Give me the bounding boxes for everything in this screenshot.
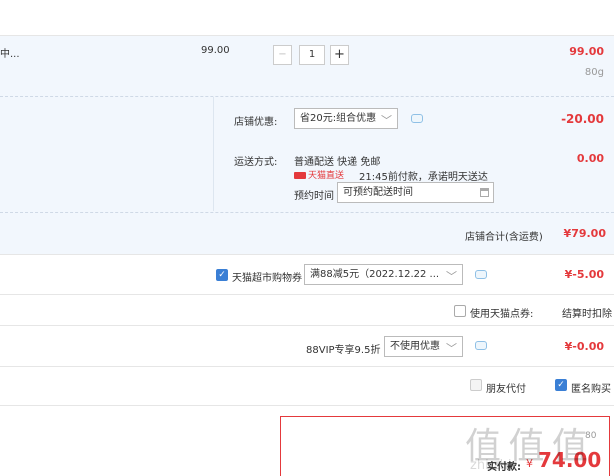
qty-minus-button[interactable]: −	[273, 45, 292, 65]
appoint-time-select[interactable]: 可预约配送时间	[337, 182, 494, 203]
shipping-method: 普通配送 快递 免邮	[294, 157, 381, 168]
message-icon[interactable]	[475, 341, 487, 350]
friend-pay-checkbox[interactable]	[470, 379, 482, 391]
appoint-time-value: 可预约配送时间	[343, 187, 413, 198]
divider	[0, 35, 614, 36]
vip-label: 88VIP专享9.5折	[306, 345, 381, 356]
tmall-logo-icon	[294, 172, 306, 179]
message-icon[interactable]	[475, 270, 487, 279]
divider	[0, 212, 614, 213]
vip-amount: ¥-0.00	[564, 340, 604, 353]
shipping-amount: 0.00	[576, 152, 604, 165]
chevron-down-icon: ﹀	[446, 342, 457, 355]
coupon-select[interactable]: 省20元:组合优惠 ﹀	[294, 108, 398, 129]
voucher-checkbox[interactable]: ✓	[216, 269, 228, 281]
tmall-direct-badge: 天猫直送	[294, 168, 344, 181]
points-note: 结算时扣除	[562, 309, 612, 320]
vip-select[interactable]: 不使用优惠 ﹀	[384, 336, 463, 357]
item-name[interactable]: 中...	[0, 45, 20, 60]
voucher-label: 天猫超市购物券	[232, 273, 302, 284]
qty-plus-button[interactable]: +	[330, 45, 349, 65]
qty-input[interactable]: 1	[299, 45, 325, 65]
voucher-value: 满88减5元（2022.12.22 ...	[310, 269, 440, 280]
friend-pay-label: 朋友代付	[486, 384, 526, 395]
shipping-note: 21:45前付款，承诺明天送达	[359, 172, 488, 183]
divider	[0, 254, 614, 255]
watermark-site: zhi.zhi	[470, 458, 512, 473]
appoint-label: 预约时间	[294, 191, 334, 202]
divider	[0, 405, 614, 406]
vip-value: 不使用优惠	[390, 341, 440, 352]
item-unit-price: 99.00	[201, 45, 230, 56]
anonymous-buy-checkbox[interactable]: ✓	[555, 379, 567, 391]
calendar-icon	[480, 188, 489, 197]
shop-total-value: ¥79.00	[563, 227, 606, 240]
anonymous-buy-label: 匿名购买	[571, 384, 611, 395]
chevron-down-icon: ﹀	[381, 114, 392, 127]
voucher-select[interactable]: 满88减5元（2022.12.22 ... ﹀	[304, 264, 463, 285]
coupon-amount: -20.00	[561, 112, 604, 126]
chevron-down-icon: ﹀	[446, 270, 457, 283]
coupon-label: 店铺优惠:	[234, 117, 278, 128]
weight-hint: 80	[585, 431, 597, 441]
points-checkbox[interactable]	[454, 305, 466, 317]
item-weight: 80g	[584, 67, 604, 78]
voucher-amount: ¥-5.00	[564, 268, 604, 281]
message-icon[interactable]	[411, 114, 423, 123]
points-label: 使用天猫点券:	[470, 309, 534, 320]
shipping-label: 运送方式:	[234, 157, 278, 168]
coupon-value: 省20元:组合优惠	[300, 113, 377, 124]
item-subtotal: 99.00	[569, 45, 604, 58]
divider	[0, 366, 614, 367]
tmall-direct-label: 天猫直送	[308, 171, 345, 181]
shop-total-label: 店铺合计(含运费)	[465, 232, 543, 243]
divider	[0, 325, 614, 326]
divider	[0, 294, 614, 295]
